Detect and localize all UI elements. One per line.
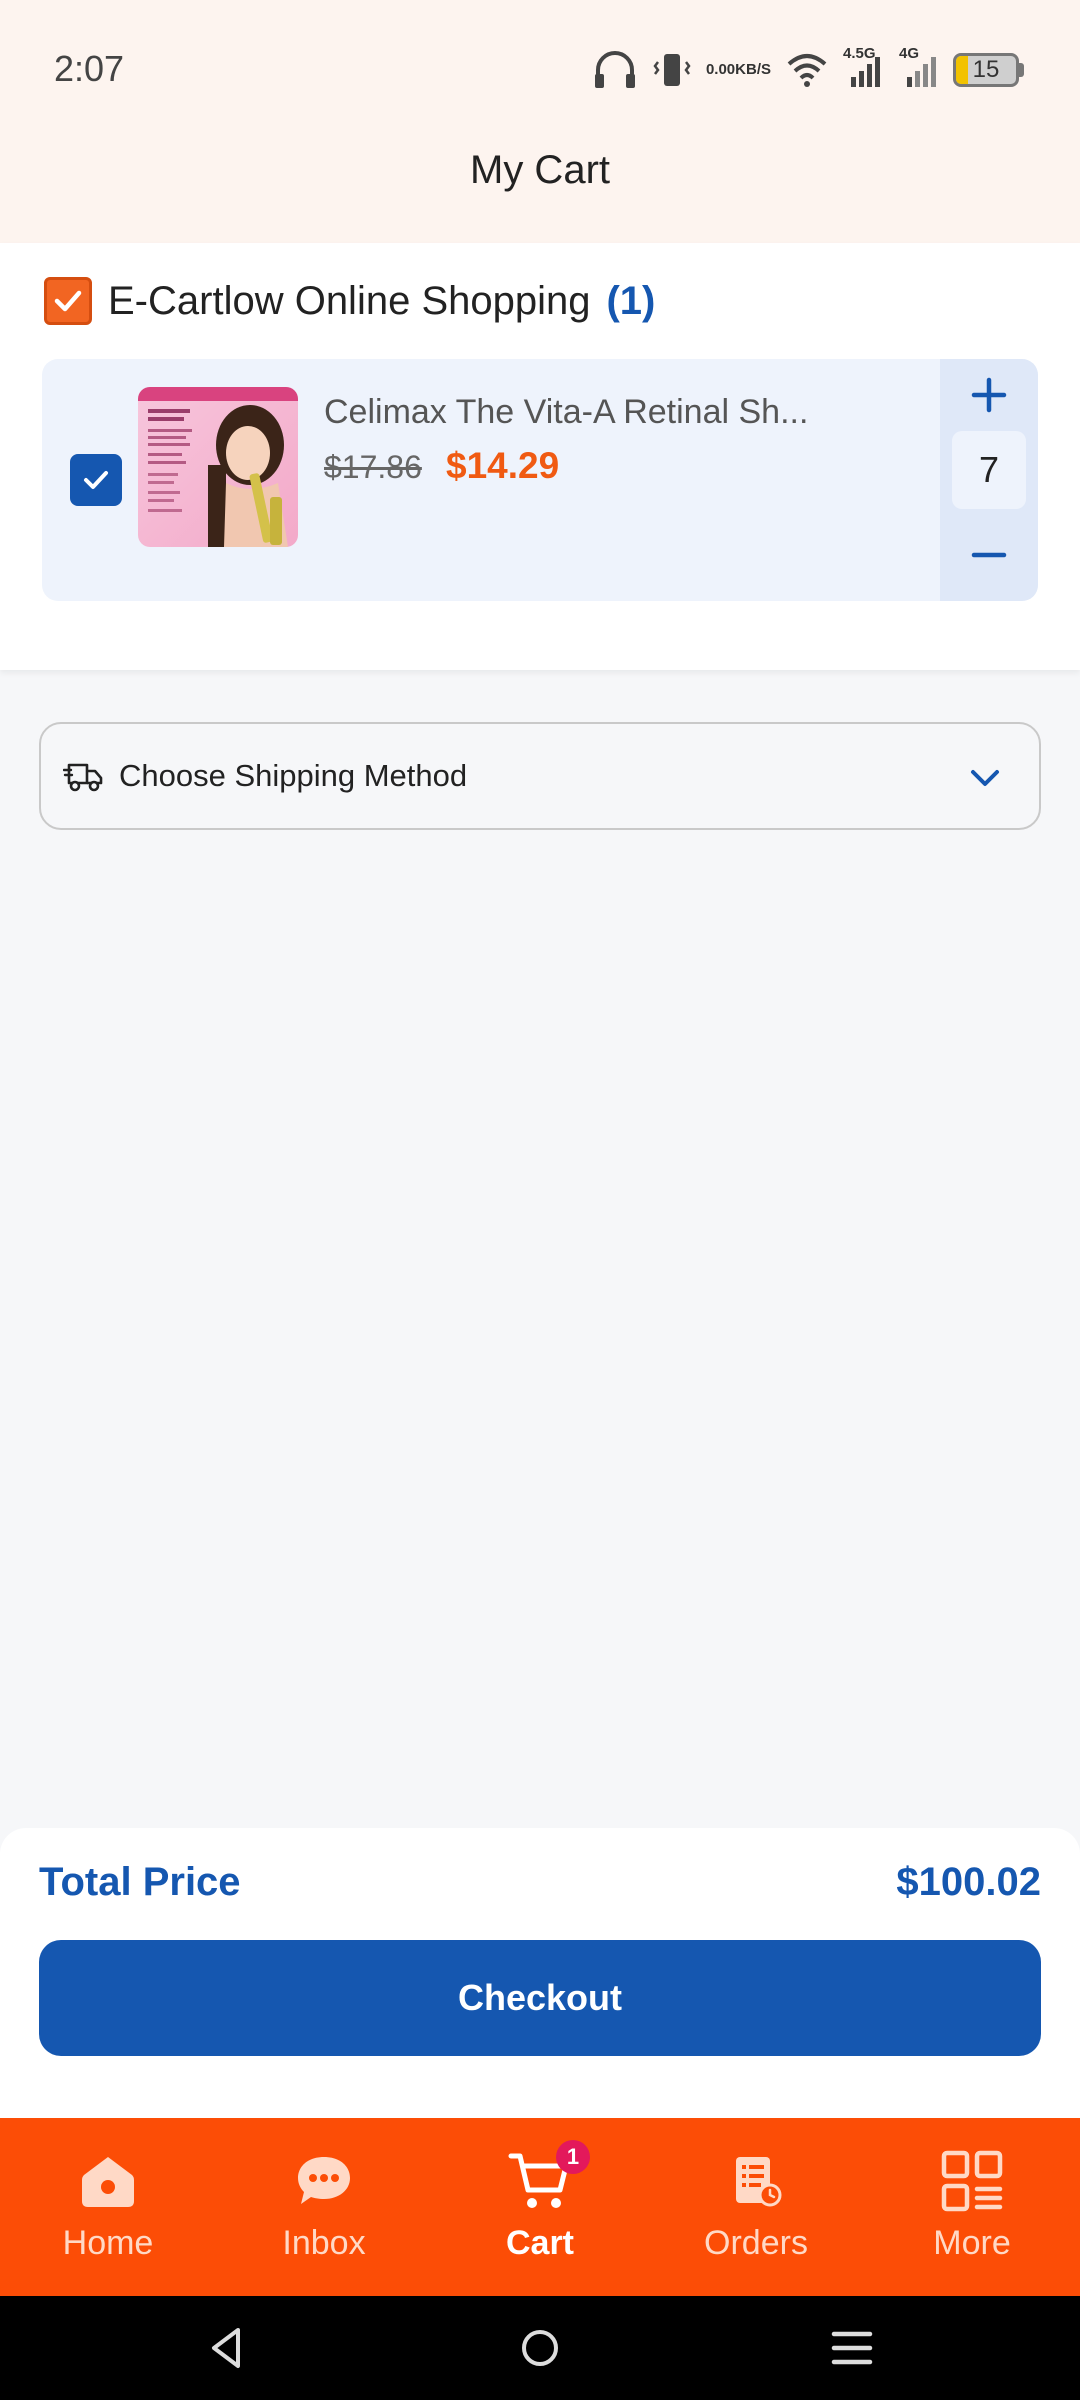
check-icon [84,471,108,489]
back-icon[interactable] [206,2326,246,2370]
product-image[interactable] [138,387,298,547]
nav-orders[interactable]: Orders [648,2118,864,2296]
net-speed-value: 0.00 [705,61,736,78]
check-icon [54,290,82,312]
page-title: My Cart [470,148,610,192]
nav-more[interactable]: More [864,2118,1080,2296]
truck-icon [63,763,103,792]
quantity-value[interactable]: 7 [952,431,1026,509]
store-item-count: (1) [606,278,656,323]
network-type-2: 4G [899,45,920,62]
battery-icon: 15 [953,53,1024,87]
top-bar: 2:07 0.00 KB/S 4.5G 4G 15 My Cart [0,0,1080,243]
system-nav-bar [0,2296,1080,2400]
signal-icon-2: 4G [899,45,939,89]
chevron-down-icon [971,770,999,786]
cart-item[interactable]: Celimax The Vita-A Retinal Sh... $17.86 … [42,359,1038,601]
store-checkbox[interactable] [44,277,92,325]
sale-price: $14.29 [446,445,560,486]
battery: 15 [953,53,1019,87]
total-price-value: $100.02 [896,1860,1041,1904]
decrease-quantity-button[interactable] [940,509,1038,601]
shipping-method-select[interactable]: Choose Shipping Method [39,722,1041,830]
headphones-icon [592,50,638,90]
battery-level: 15 [972,56,1000,83]
nav-cart[interactable]: 1 Cart [432,2118,648,2296]
home-icon [78,2146,138,2216]
network-type-1: 4.5G [843,45,876,62]
nav-home[interactable]: Home [0,2118,216,2296]
chat-icon [294,2146,354,2216]
cart-badge: 1 [556,2140,590,2174]
signal-icon-1: 4.5G [843,45,885,89]
store-card: E-Cartlow Online Shopping (1) Celimax Th… [0,243,1080,670]
nav-inbox[interactable]: Inbox [216,2118,432,2296]
orders-icon [728,2146,784,2216]
cart-icon: 1 [508,2140,590,2216]
net-speed-unit: KB/S [735,61,771,78]
total-price-label: Total Price [39,1860,241,1904]
status-icons: 0.00 KB/S 4.5G 4G 15 [592,45,1024,92]
bottom-nav: Home Inbox 1 Cart Orders More [0,2118,1080,2296]
plus-icon [971,377,1007,413]
recents-menu-icon[interactable] [830,2326,874,2370]
wifi-icon [785,52,829,88]
grid-icon [940,2146,1004,2216]
checkout-button[interactable]: Checkout [39,1940,1041,2056]
status-time: 2:07 [54,48,125,89]
increase-quantity-button[interactable] [940,359,1038,431]
nav-inbox-label: Inbox [282,2224,366,2262]
vibrate-icon [652,50,692,90]
store-header: E-Cartlow Online Shopping (1) [44,275,655,327]
nav-cart-label: Cart [505,2224,575,2262]
item-checkbox[interactable] [70,454,122,506]
shipping-method-label: Choose Shipping Method [119,758,468,793]
original-price: $17.86 [324,449,422,485]
nav-orders-label: Orders [704,2224,808,2262]
quantity-stepper: 7 [940,359,1038,601]
status-bar: 2:07 0.00 KB/S 4.5G 4G 15 [0,0,1080,140]
battery-cap [1019,63,1024,77]
minus-icon [971,552,1007,558]
battery-fill [956,56,968,84]
store-name: E-Cartlow Online Shopping [108,278,591,323]
nav-more-label: More [933,2224,1011,2262]
nav-home-label: Home [62,2224,154,2262]
product-name[interactable]: Celimax The Vita-A Retinal Sh... [324,393,884,432]
checkout-panel: Total Price $100.02 Checkout [0,1828,1080,2118]
home-circle-icon[interactable] [518,2326,562,2370]
net-speed: 0.00 KB/S [706,62,771,78]
